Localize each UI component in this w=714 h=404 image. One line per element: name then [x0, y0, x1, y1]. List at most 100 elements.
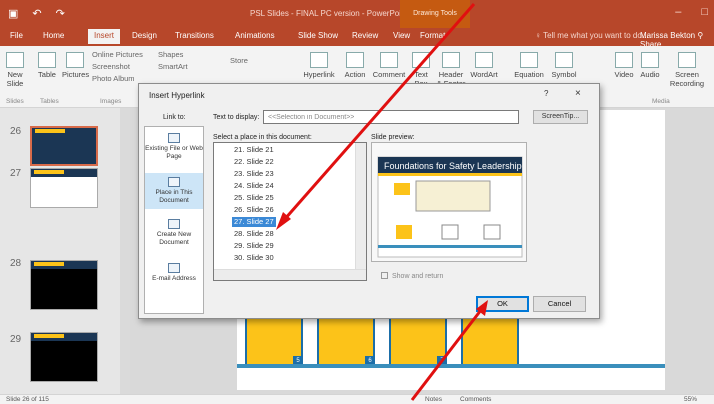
show-and-return-option[interactable]: Show and return: [381, 272, 443, 280]
comment-button[interactable]: Comment: [372, 52, 406, 79]
slide-list-vertical-scrollbar[interactable]: [355, 143, 366, 271]
shapes-button[interactable]: Shapes: [158, 50, 183, 59]
share-icon: ⚲: [697, 31, 704, 40]
slide-number: 28: [10, 258, 22, 269]
group-label-images: Images: [100, 98, 122, 105]
save-icon[interactable]: ▣: [8, 7, 18, 20]
cancel-button[interactable]: Cancel: [533, 296, 586, 312]
store-button[interactable]: Store: [230, 56, 248, 65]
hyperlink-button[interactable]: Hyperlink: [300, 52, 338, 79]
group-label-tables: Tables: [40, 98, 59, 105]
tab-review[interactable]: Review: [352, 31, 378, 40]
tab-slide-show[interactable]: Slide Show: [298, 31, 338, 40]
wordart-icon: [475, 52, 493, 68]
tab-design[interactable]: Design: [132, 31, 157, 40]
list-item[interactable]: 23. Slide 23: [232, 169, 276, 179]
pi-icon: [520, 52, 538, 68]
close-button[interactable]: ×: [575, 88, 581, 99]
equation-button[interactable]: Equation: [512, 52, 546, 79]
slide-thumbnail-29[interactable]: [30, 332, 98, 382]
list-item-selected[interactable]: 27. Slide 27: [232, 217, 276, 227]
notes-button[interactable]: Notes: [425, 396, 442, 403]
slide-thumbnail-panel[interactable]: 26 27 28 29: [0, 108, 120, 394]
email-icon: [168, 263, 180, 273]
lightbulb-icon: ♀: [535, 31, 544, 40]
tab-view[interactable]: View: [393, 31, 410, 40]
group-label-slides: Slides: [6, 98, 24, 105]
link-place-in-document[interactable]: Place in This Document: [145, 173, 203, 209]
screentip-button[interactable]: ScreenTip...: [533, 110, 588, 124]
quick-access-toolbar: ▣ ↶ ↷: [8, 7, 65, 20]
wordart-button[interactable]: WordArt: [470, 52, 498, 79]
tab-file[interactable]: File: [10, 31, 23, 40]
slide-list[interactable]: 21. Slide 21 22. Slide 22 23. Slide 23 2…: [213, 142, 367, 281]
slide-count: Slide 26 of 115: [6, 396, 49, 403]
screenshot-button[interactable]: Screenshot: [92, 62, 130, 71]
undo-icon[interactable]: ↶: [32, 7, 41, 20]
video-icon: [615, 52, 633, 68]
link-email-address[interactable]: E-mail Address: [145, 263, 203, 283]
screen-recording-icon: [678, 52, 696, 68]
omega-icon: [555, 52, 573, 68]
help-button[interactable]: ?: [544, 89, 548, 98]
slide-thumbnail-26[interactable]: [30, 126, 98, 166]
speaker-icon: [641, 52, 659, 68]
ok-button[interactable]: OK: [476, 296, 529, 312]
table-icon: [38, 52, 56, 68]
link-existing-file[interactable]: Existing File or Web Page: [145, 133, 203, 161]
tab-home[interactable]: Home: [43, 31, 64, 40]
list-item[interactable]: 22. Slide 22: [232, 157, 276, 167]
list-item[interactable]: 28. Slide 28: [232, 229, 276, 239]
group-label-media: Media: [652, 98, 670, 105]
comments-button[interactable]: Comments: [460, 396, 491, 403]
smartart-button[interactable]: SmartArt: [158, 62, 188, 71]
symbol-button[interactable]: Symbol: [550, 52, 578, 79]
tab-format[interactable]: Format: [420, 31, 445, 40]
link-to-panel: Existing File or Web Page Place in This …: [144, 126, 204, 314]
tab-insert[interactable]: Insert: [88, 29, 121, 44]
list-item[interactable]: 29. Slide 29: [232, 241, 276, 251]
slide-thumbnail-28[interactable]: [30, 260, 98, 310]
list-item[interactable]: 24. Slide 24: [232, 181, 276, 191]
video-button[interactable]: Video: [612, 52, 636, 79]
maximize-icon[interactable]: □: [701, 6, 708, 18]
minimize-icon[interactable]: –: [675, 6, 681, 18]
tab-animations[interactable]: Animations: [235, 31, 275, 40]
photo-album-button[interactable]: Photo Album: [92, 74, 135, 83]
online-pictures-button[interactable]: Online Pictures: [92, 50, 143, 59]
tab-transitions[interactable]: Transitions: [175, 31, 214, 40]
tell-me-search[interactable]: ♀ Tell me what you want to do...: [535, 31, 648, 40]
globe-file-icon: [168, 133, 180, 143]
document-place-icon: [168, 177, 180, 187]
slide-preview-image: Foundations for Safety Leadership: [377, 156, 523, 258]
ribbon-tabs: File Home Insert Design Transitions Anim…: [0, 28, 714, 49]
link-to-label: Link to:: [163, 114, 186, 121]
slide-number: 29: [10, 334, 22, 345]
table-button[interactable]: Table: [36, 52, 58, 79]
new-slide-button[interactable]: New Slide: [4, 52, 26, 88]
slide-list-horizontal-scrollbar[interactable]: [214, 269, 366, 280]
link-create-new-document[interactable]: Create New Document: [145, 219, 203, 247]
list-item[interactable]: 25. Slide 25: [232, 193, 276, 203]
pictures-button[interactable]: Pictures: [62, 52, 89, 79]
slide-panel-scrollbar[interactable]: [120, 108, 130, 394]
status-bar: Slide 26 of 115 Notes Comments 55%: [0, 394, 714, 404]
show-and-return-checkbox[interactable]: [381, 272, 388, 279]
screen-recording-button[interactable]: Screen Recording: [664, 52, 710, 88]
audio-button[interactable]: Audio: [638, 52, 662, 79]
action-button[interactable]: Action: [342, 52, 368, 79]
new-slide-icon: [6, 52, 24, 68]
slide-preview-label: Slide preview:: [371, 134, 415, 141]
zoom-level[interactable]: 55%: [684, 396, 697, 403]
comment-icon: [380, 52, 398, 68]
slide-thumbnail-27[interactable]: [30, 168, 98, 208]
list-item[interactable]: 26. Slide 26: [232, 205, 276, 215]
preview-title: Foundations for Safety Leadership: [384, 161, 522, 171]
title-bar: ▣ ↶ ↷ PSL Slides - FINAL PC version - Po…: [0, 0, 714, 28]
header-footer-icon: [442, 52, 460, 68]
list-item[interactable]: 21. Slide 21: [232, 145, 276, 155]
list-item[interactable]: 30. Slide 30: [232, 253, 276, 263]
text-to-display-input[interactable]: [263, 110, 519, 124]
redo-icon[interactable]: ↷: [56, 7, 65, 20]
pictures-icon: [66, 52, 84, 68]
